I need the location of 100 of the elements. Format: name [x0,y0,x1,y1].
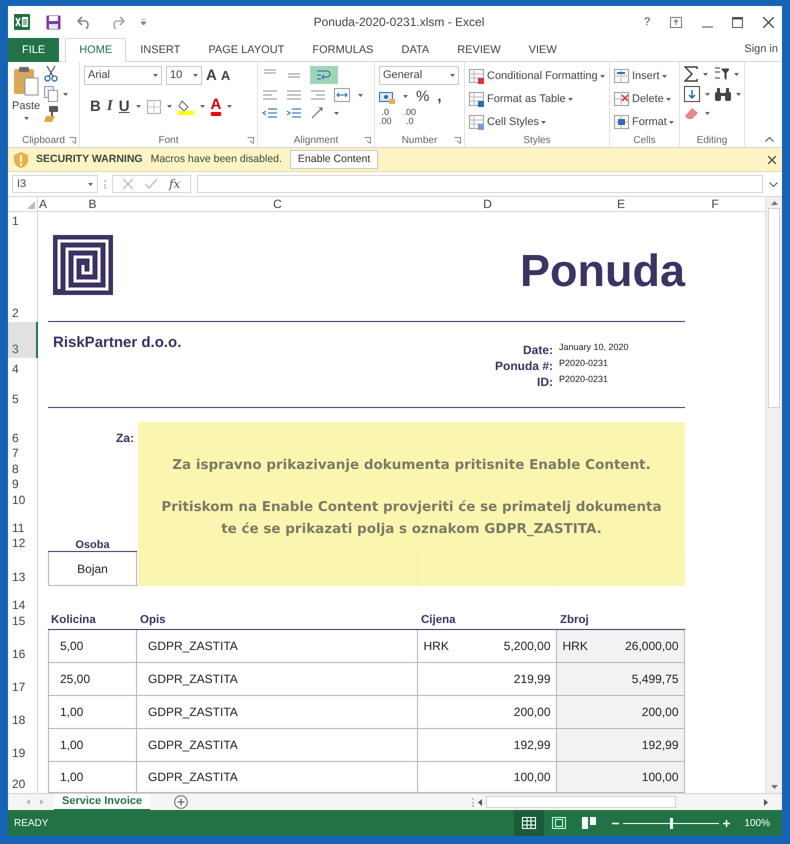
view-button[interactable] [514,810,544,836]
caret-icon[interactable] [600,75,605,78]
font-color-button[interactable]: A [210,97,222,116]
caret-icon[interactable] [662,75,667,78]
dialog-launcher-icon[interactable] [364,137,371,144]
binoculars-icon[interactable] [715,87,731,101]
scroll-right-icon[interactable] [764,798,768,806]
row-header[interactable]: 3 [8,322,38,358]
caret-icon[interactable] [63,92,68,96]
ribbon-tab[interactable]: PAGE LAYOUT [194,38,298,62]
caret-icon[interactable] [334,112,339,114]
cut-icon[interactable] [44,66,58,82]
column-header[interactable]: D [418,197,557,212]
comma-style-button[interactable]: , [437,89,442,104]
ribbon-tab[interactable]: FORMULAS [298,38,388,62]
format-painter-icon[interactable] [44,106,58,122]
zoom-level-text[interactable]: 100% [744,816,770,830]
caret-icon[interactable] [540,121,546,124]
maximize-icon[interactable] [732,16,744,28]
format-cells-button[interactable]: Format [614,112,674,133]
wrap-text-icon[interactable] [316,68,332,82]
row-header[interactable]: 16 [8,630,38,663]
insert-function-button[interactable]: fx [169,175,180,193]
row-header[interactable]: 6 [8,408,38,447]
bold-button[interactable]: B [90,99,101,114]
caret-icon[interactable] [358,94,363,96]
column-header[interactable]: B [48,197,137,212]
align-right-icon[interactable] [310,88,326,102]
row-header[interactable]: 9 [8,478,38,493]
caret-icon[interactable] [668,121,674,124]
close-icon[interactable] [763,16,774,28]
increase-decimal-button[interactable]: .0 .00 [379,108,392,126]
help-button[interactable]: ? [644,14,650,30]
increase-indent-icon[interactable] [286,106,302,120]
shrink-font-button[interactable]: A [220,69,230,82]
caret-icon[interactable] [568,98,573,101]
caret-icon[interactable] [705,92,710,96]
align-center-icon[interactable] [286,88,302,102]
expand-formula-icon[interactable] [769,182,778,186]
caret-icon[interactable] [200,105,205,108]
zoom-in-icon[interactable] [723,820,730,826]
wrap-text-button[interactable] [310,66,338,84]
caret-icon[interactable] [227,105,232,108]
paste-icon[interactable] [13,66,40,96]
caret-icon[interactable] [703,72,708,76]
fill-color-icon[interactable] [178,98,194,114]
customize-toolbar-icon[interactable] [141,19,146,25]
insert-cells-button[interactable]: Insert [614,66,674,87]
dialog-launcher-icon[interactable] [247,137,254,144]
file-tab[interactable]: FILE [8,38,60,62]
decrease-decimal-button[interactable]: .00 .0 [404,108,416,126]
ribbon-tab[interactable]: REVIEW [443,38,515,62]
paste-button[interactable]: Paste [12,98,40,114]
format-as-table-button[interactable]: Format as Table [469,89,605,110]
italic-button[interactable]: I [106,99,113,114]
number-format-dropdown[interactable]: General [379,66,459,85]
close-icon[interactable] [768,156,776,164]
dialog-launcher-icon[interactable] [454,137,461,144]
sheet-tab[interactable]: Service Invoice [54,794,150,810]
fill-down-icon[interactable] [684,86,700,102]
sum-icon[interactable] [684,66,698,82]
caret-icon[interactable] [736,92,741,96]
add-sheet-icon[interactable] [174,795,188,809]
scroll-left-icon[interactable] [478,798,482,806]
underline-button[interactable]: U [118,99,130,114]
grow-font-button[interactable]: A [206,68,217,83]
caret-icon[interactable] [88,182,93,186]
delete-cells-button[interactable]: Delete [614,89,674,110]
ribbon-tab[interactable]: DATA [388,38,444,62]
sign-in-link[interactable]: Sign in [744,41,778,58]
ribbon-tab[interactable]: HOME [65,38,126,62]
row-header[interactable]: 12 [8,537,38,552]
caret-icon[interactable] [403,95,408,98]
dialog-launcher-icon[interactable] [69,137,76,144]
scroll-up-icon[interactable] [770,201,778,205]
collapse-ribbon-icon[interactable] [765,137,774,142]
sort-filter-icon[interactable] [713,66,729,82]
caret-icon[interactable] [705,112,710,114]
row-header[interactable]: 10 [8,493,38,509]
caret-icon[interactable] [666,98,671,101]
row-header[interactable]: 1 [8,212,38,230]
caret-icon[interactable] [193,74,198,77]
row-header[interactable]: 18 [8,696,38,729]
column-header[interactable]: E [557,197,685,212]
font-name-dropdown[interactable]: Arial [84,66,162,85]
merge-center-icon[interactable] [334,88,350,102]
row-header[interactable]: 14 [8,586,38,614]
decrease-indent-icon[interactable] [262,106,278,120]
ribbon-tab[interactable]: INSERT [126,38,194,62]
caret-icon[interactable] [136,105,141,108]
save-icon[interactable] [46,14,61,30]
column-header[interactable]: F [685,197,745,212]
name-box[interactable]: I3 [12,175,98,193]
row-header[interactable]: 15 [8,614,38,630]
enable-content-button[interactable]: Enable Content [290,150,378,170]
percent-style-button[interactable]: % [416,89,430,104]
row-header[interactable]: 17 [8,663,38,696]
formula-input-field[interactable] [197,175,763,193]
scrollbar-thumb[interactable] [486,796,676,808]
row-header[interactable]: 4 [8,358,38,378]
